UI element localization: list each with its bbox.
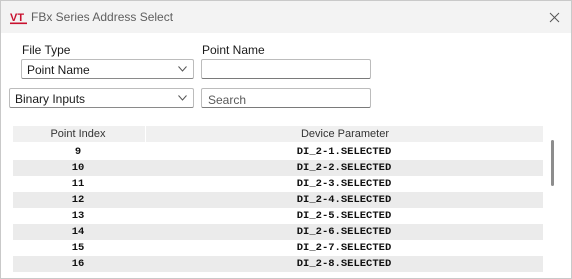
point-index-cell: 11 [71, 178, 85, 190]
device-parameter-cell: DI_2-7.SELECTED [296, 242, 392, 254]
device-parameter-cell: DI_2-1.SELECTED [296, 146, 392, 158]
file-type-select[interactable]: Point Name [21, 59, 194, 79]
point-index-cell: 12 [71, 194, 85, 206]
close-icon [549, 12, 559, 22]
object-type-value: Binary Inputs [15, 92, 86, 106]
table-body: 9 DI_2-1.SELECTED 10 DI_2-2.SELECTED 11 … [13, 144, 543, 272]
title-bar[interactable]: VT FBx Series Address Select [1, 1, 571, 33]
address-select-dialog: VT FBx Series Address Select File Type P… [0, 0, 572, 279]
table-row[interactable]: 10 DI_2-2.SELECTED [13, 160, 543, 176]
point-index-cell: 9 [74, 146, 82, 158]
point-index-cell: 16 [71, 258, 85, 270]
file-type-label: File Type [22, 43, 71, 57]
chevron-down-icon [178, 66, 187, 72]
table-scrollbar[interactable] [545, 126, 559, 278]
point-index-cell: 14 [71, 226, 85, 238]
table-row[interactable]: 13 DI_2-5.SELECTED [13, 208, 543, 224]
column-header-device-parameter[interactable]: Device Parameter [145, 126, 544, 142]
device-parameter-cell: DI_2-5.SELECTED [296, 210, 392, 222]
points-table: Point Index Device Parameter 9 DI_2-1.SE… [13, 126, 559, 278]
table-header: Point Index Device Parameter [13, 126, 543, 142]
point-name-input[interactable] [201, 59, 371, 79]
svg-text:VT: VT [10, 12, 24, 24]
table-row[interactable]: 14 DI_2-6.SELECTED [13, 224, 543, 240]
scrollbar-thumb[interactable] [551, 140, 554, 186]
device-parameter-cell: DI_2-8.SELECTED [296, 258, 392, 270]
device-parameter-cell: DI_2-6.SELECTED [296, 226, 392, 238]
close-button[interactable] [537, 1, 571, 33]
device-parameter-cell: DI_2-2.SELECTED [296, 162, 392, 174]
point-name-label: Point Name [202, 43, 265, 57]
file-type-value: Point Name [27, 63, 90, 77]
device-parameter-cell: DI_2-4.SELECTED [296, 194, 392, 206]
point-index-cell: 15 [71, 242, 85, 254]
device-parameter-cell: DI_2-3.SELECTED [296, 178, 392, 190]
table-row[interactable]: 16 DI_2-8.SELECTED [13, 256, 543, 272]
point-index-cell: 10 [71, 162, 85, 174]
search-input[interactable] [201, 88, 371, 108]
table-row[interactable]: 15 DI_2-7.SELECTED [13, 240, 543, 256]
chevron-down-icon [178, 95, 187, 101]
table-row[interactable]: 9 DI_2-1.SELECTED [13, 144, 543, 160]
table-row[interactable]: 12 DI_2-4.SELECTED [13, 192, 543, 208]
vt-logo-icon: VT [10, 12, 27, 25]
table-row[interactable]: 11 DI_2-3.SELECTED [13, 176, 543, 192]
object-type-select[interactable]: Binary Inputs [9, 88, 194, 108]
window-title: FBx Series Address Select [31, 10, 174, 24]
point-index-cell: 13 [71, 210, 85, 222]
column-header-point-index[interactable]: Point Index [13, 126, 143, 142]
